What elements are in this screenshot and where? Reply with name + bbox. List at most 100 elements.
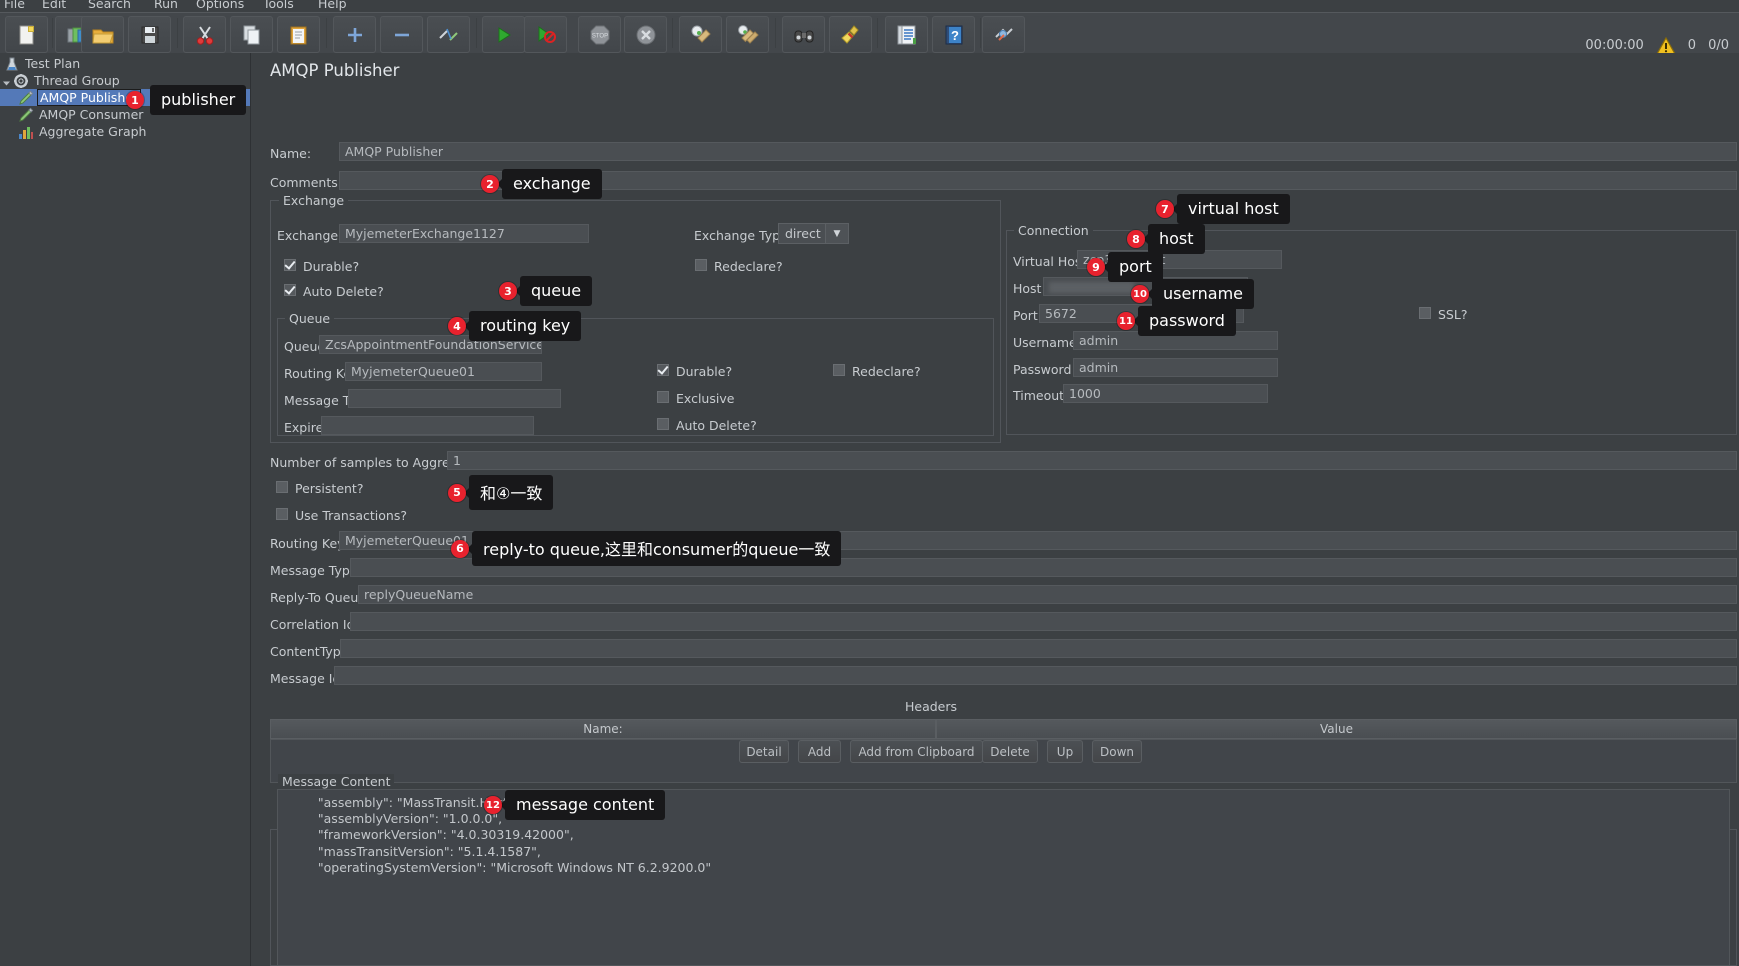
test-plan-tree[interactable]: Test Plan Thread Group AMQP Publisher AM… — [0, 53, 251, 966]
exchange-auto-delete-checkbox[interactable] — [284, 284, 296, 296]
save-icon — [139, 24, 161, 46]
collapse-all-button[interactable] — [380, 16, 423, 53]
annotation-text: port — [1103, 252, 1163, 282]
shutdown-button[interactable] — [624, 16, 667, 53]
paste-button[interactable] — [277, 16, 320, 53]
function-helper-icon — [896, 24, 918, 46]
chevron-down-icon[interactable]: ▼ — [825, 224, 848, 243]
exchange-type-select[interactable]: direct ▼ — [778, 223, 849, 244]
annotation-badge: 5 — [448, 483, 466, 502]
start-button[interactable] — [482, 16, 525, 53]
menu-file[interactable]: File — [4, 0, 25, 11]
new-button[interactable] — [5, 16, 48, 53]
annotation-badge: 8 — [1127, 230, 1145, 248]
svg-text:STOP: STOP — [591, 33, 607, 39]
listener-icon — [18, 124, 34, 140]
content-type-input[interactable] — [340, 639, 1737, 658]
persistent-checkbox[interactable] — [276, 481, 288, 493]
password-input[interactable]: admin — [1073, 358, 1278, 377]
open-button[interactable] — [81, 16, 124, 53]
annotation-12: 12 message content — [484, 790, 666, 820]
exchange-redeclare-checkbox[interactable] — [695, 259, 707, 271]
name-input[interactable]: AMQP Publisher — [339, 142, 1737, 161]
use-transactions-checkbox[interactable] — [276, 508, 288, 520]
exchange-durable-checkbox[interactable] — [284, 259, 296, 271]
elapsed-timer: 00:00:00 — [1585, 38, 1644, 53]
host-label: Host — [1013, 281, 1042, 296]
annotation-11: 11 password — [1117, 306, 1236, 336]
start-no-pauses-button[interactable] — [524, 16, 567, 53]
headers-detail-button[interactable]: Detail — [739, 740, 789, 763]
menubar[interactable]: File Edit Search Run Options Tools Help — [0, 0, 1739, 12]
stop-button[interactable]: STOP — [578, 16, 621, 53]
clear-button[interactable] — [679, 16, 722, 53]
reply-to-queue-input[interactable]: replyQueueName — [358, 585, 1737, 604]
warning-icon[interactable] — [1655, 36, 1676, 55]
search-button[interactable] — [782, 16, 825, 53]
annotation-text: publisher — [150, 85, 247, 115]
expand-all-button[interactable] — [333, 16, 376, 53]
correlation-id-input[interactable] — [350, 612, 1737, 631]
queue-auto-delete-checkbox[interactable] — [657, 418, 669, 430]
cut-button[interactable] — [183, 16, 226, 53]
virtual-host-label: Virtual Host — [1013, 254, 1087, 269]
menu-tools[interactable]: Tools — [263, 0, 294, 11]
copy-button[interactable] — [230, 16, 273, 53]
queue-redeclare-checkbox[interactable] — [833, 364, 845, 376]
queue-exclusive-checkbox[interactable] — [657, 391, 669, 403]
toggle-button[interactable] — [427, 16, 470, 53]
tree-item-label: Thread Group — [34, 73, 120, 88]
headers-add-button[interactable]: Add — [798, 740, 841, 763]
message-ttl-input[interactable] — [348, 389, 561, 408]
menu-run[interactable]: Run — [154, 0, 178, 11]
annotation-badge: 4 — [448, 317, 466, 335]
function-helper-button[interactable] — [885, 16, 928, 53]
message-id-input[interactable] — [334, 666, 1737, 685]
menu-help[interactable]: Help — [318, 0, 347, 11]
headers-col-value[interactable]: Value — [936, 719, 1737, 739]
annotation-badge: 2 — [481, 175, 499, 193]
tree-item-amqp-consumer[interactable]: AMQP Consumer — [0, 106, 145, 123]
new-icon — [16, 24, 38, 46]
annotation-text: reply-to queue,这里和consumer的queue一致 — [466, 531, 842, 566]
queue-durable-label: Durable? — [676, 364, 733, 379]
tree-item-thread-group[interactable]: Thread Group — [9, 72, 122, 89]
menu-edit[interactable]: Edit — [42, 0, 66, 11]
menu-options[interactable]: Options — [196, 0, 244, 11]
headers-add-from-clipboard-button[interactable]: Add from Clipboard — [850, 740, 983, 763]
username-label: Username — [1013, 335, 1077, 350]
play-icon — [494, 25, 514, 45]
undo-button[interactable] — [982, 16, 1025, 53]
tree-item-aggregate-graph[interactable]: Aggregate Graph — [0, 123, 148, 140]
help-button[interactable]: ? — [932, 16, 975, 53]
routing-key-label: Routing Key — [270, 536, 345, 551]
cut-icon — [194, 24, 216, 46]
sampler-icon — [18, 90, 34, 106]
headers-down-button[interactable]: Down — [1092, 740, 1142, 763]
tree-item-label: Test Plan — [25, 56, 81, 71]
exchange-input[interactable]: MyjemeterExchange1127 — [339, 224, 589, 243]
aggregate-input[interactable]: 1 — [447, 451, 1737, 470]
persistent-label: Persistent? — [295, 481, 364, 496]
timeout-input[interactable]: 1000 — [1063, 384, 1268, 403]
annotation-badge: 12 — [484, 796, 502, 814]
headers-col-name[interactable]: Name: — [270, 719, 936, 739]
annotation-text: host — [1143, 224, 1205, 254]
menu-search[interactable]: Search — [88, 0, 131, 11]
queue-durable-checkbox[interactable] — [657, 364, 669, 376]
headers-up-button[interactable]: Up — [1047, 740, 1083, 763]
save-button[interactable] — [128, 16, 171, 53]
headers-delete-button[interactable]: Delete — [982, 740, 1038, 763]
message-content-line: "frameworkVersion": "4.0.30319.42000", — [302, 827, 574, 843]
message-content-line: "massTransitVersion": "5.1.4.1587", — [302, 843, 541, 859]
tree-item-test-plan[interactable]: Test Plan — [0, 55, 82, 72]
queue-routing-key-input[interactable]: MyjemeterQueue01 — [345, 362, 542, 381]
reset-search-button[interactable] — [829, 16, 872, 53]
thread-count: 0/0 — [1708, 38, 1729, 53]
undo-icon — [993, 24, 1015, 46]
ssl-checkbox[interactable] — [1419, 307, 1431, 319]
expires-input[interactable] — [321, 416, 534, 435]
annotation-9: 9 port — [1087, 252, 1163, 282]
clear-all-button[interactable] — [726, 16, 769, 53]
tree-item-label: Aggregate Graph — [39, 124, 147, 139]
